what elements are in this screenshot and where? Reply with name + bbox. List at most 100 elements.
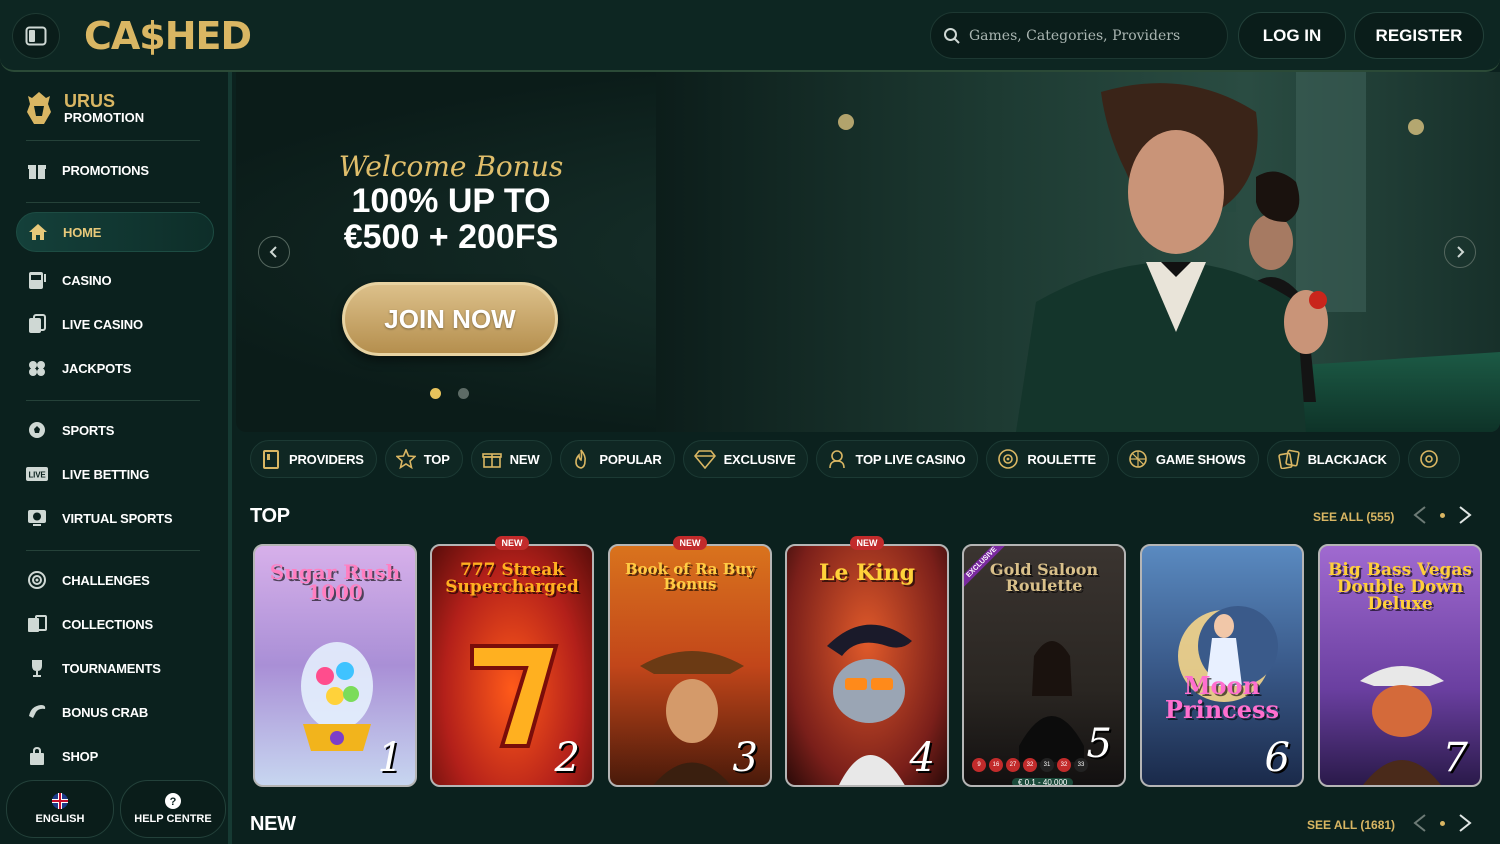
game-card-gold-saloon-roulette[interactable]: EXCLUSIVE Gold Saloon Roulette 9 16 27 3… [962, 544, 1126, 787]
tab-blackjack[interactable]: BLACKJACK [1266, 440, 1400, 478]
result-number: 32 [1023, 758, 1037, 772]
game-card-le-king[interactable]: Le King 4 [785, 544, 949, 787]
gift-icon [26, 159, 48, 181]
register-button[interactable]: REGISTER [1354, 12, 1484, 59]
soccer-ball-icon [26, 419, 48, 441]
top-pager [1410, 504, 1475, 526]
cashed-logo[interactable]: CA$HED [84, 8, 252, 64]
see-all-top-link[interactable]: SEE ALL (555) [1313, 510, 1394, 524]
tab-label: EXCLUSIVE [723, 451, 796, 467]
sidebar-item-live-betting[interactable]: LIVE LIVE BETTING [16, 454, 214, 494]
chevron-left-icon[interactable] [1410, 504, 1432, 526]
game-title: Book of Ra Buy Bonus [624, 560, 756, 593]
sidebar-item-shop[interactable]: SHOP [16, 736, 214, 776]
tab-label: ROULETTE [1027, 451, 1096, 467]
carousel-dot-1[interactable] [430, 388, 441, 399]
result-number: 16 [989, 758, 1003, 772]
pager-dot [1440, 820, 1445, 826]
hero-background-image [656, 72, 1500, 432]
target-icon [26, 569, 48, 591]
hero-next-button[interactable] [1444, 236, 1476, 268]
tab-top-live-casino[interactable]: TOP LIVE CASINO [816, 440, 979, 478]
see-all-new-link[interactable]: SEE ALL (1681) [1307, 818, 1395, 832]
section-title-new: NEW [250, 813, 296, 835]
game-title: Big Bass Vegas Double Down Deluxe [1328, 560, 1472, 614]
tab-providers[interactable]: PROVIDERS [250, 440, 377, 478]
flame-icon [575, 449, 587, 469]
game-title: Gold Saloon Roulette [989, 560, 1099, 595]
sidebar-item-jackpots[interactable]: JACKPOTS [16, 348, 214, 388]
hero-prev-button[interactable] [258, 236, 290, 268]
trophy-icon [26, 657, 48, 679]
chevron-left-icon [269, 246, 277, 258]
login-button[interactable]: LOG IN [1238, 12, 1346, 59]
cards-icon [1277, 449, 1300, 469]
game-card-big-bass-vegas[interactable]: Big Bass Vegas Double Down Deluxe 7 [1318, 544, 1482, 787]
virtual-sports-icon [26, 507, 48, 529]
tab-label: GAME SHOWS [1155, 451, 1246, 467]
divider [26, 550, 200, 551]
book-icon [263, 450, 279, 469]
tab-more[interactable] [1407, 440, 1460, 478]
game-title: Le King [819, 560, 915, 586]
help-centre-button[interactable]: ? HELP CENTRE [120, 780, 226, 838]
chevron-right-icon[interactable] [1453, 504, 1475, 526]
tab-game-shows[interactable]: GAME SHOWS [1116, 440, 1259, 478]
game-card-777-streak[interactable]: 777 Streak Supercharged 2 [430, 544, 594, 787]
chevron-right-icon [1457, 246, 1465, 258]
sidebar-item-bonus-crab[interactable]: BONUS CRAB [16, 692, 214, 732]
sidebar-item-home[interactable]: HOME [16, 212, 214, 252]
sidebar-toggle-icon [25, 26, 47, 46]
language-button[interactable]: ENGLISH [6, 780, 114, 838]
home-icon [27, 221, 49, 243]
tab-label: TOP [423, 451, 450, 467]
sidebar-item-sports[interactable]: SPORTS [16, 410, 214, 450]
tab-exclusive[interactable]: EXCLUSIVE [682, 440, 809, 478]
urus-promotion-banner[interactable]: URUS PROMOTION [24, 90, 144, 126]
live-cards-icon [26, 313, 48, 335]
sidebar-toggle-button[interactable] [12, 13, 60, 59]
game-rank: 6 [1264, 735, 1290, 781]
bonus-line-1: 100% UP TO [351, 182, 551, 220]
sidebar-item-live-casino[interactable]: LIVE CASINO [16, 304, 214, 344]
sidebar-item-tournaments[interactable]: TOURNAMENTS [16, 648, 214, 688]
sidebar-item-label: TOURNAMENTS [62, 660, 161, 676]
game-card-book-of-ra[interactable]: Book of Ra Buy Bonus 3 [608, 544, 772, 787]
help-label: HELP CENTRE [134, 813, 212, 825]
welcome-bonus-heading: Welcome Bonus [338, 150, 564, 183]
tab-new[interactable]: NEW [470, 440, 553, 478]
chevron-right-icon[interactable] [1453, 812, 1475, 834]
join-now-button[interactable]: JOIN NOW [342, 282, 558, 356]
tab-label: NEW [509, 451, 540, 467]
top-header: CA$HED LOG IN REGISTER [0, 0, 1500, 72]
hero-banner[interactable]: Welcome Bonus 100% UP TO €500 + 200FS JO… [236, 72, 1500, 432]
new-badge: NEW [850, 536, 884, 550]
tab-top[interactable]: TOP [384, 440, 463, 478]
game-rank: 1 [377, 735, 403, 781]
search-input[interactable] [969, 27, 1209, 44]
sidebar-item-challenges[interactable]: CHALLENGES [16, 560, 214, 600]
game-rank: 7 [1442, 735, 1468, 781]
tab-popular[interactable]: POPULAR [560, 440, 675, 478]
section-title-top: TOP [250, 505, 290, 527]
result-number: 27 [1006, 758, 1020, 772]
game-card-sugar-rush-1000[interactable]: Sugar Rush 1000 1 [253, 544, 417, 787]
sidebar-item-label: JACKPOTS [62, 360, 132, 376]
star-icon [395, 449, 416, 469]
search-bar[interactable] [930, 12, 1228, 59]
sidebar-item-casino[interactable]: CASINO [16, 260, 214, 300]
sidebar-item-collections[interactable]: COLLECTIONS [16, 604, 214, 644]
sidebar-item-promotions[interactable]: PROMOTIONS [16, 150, 214, 190]
promo-subtitle: PROMOTION [64, 109, 145, 125]
game-rank: 3 [732, 735, 758, 781]
tab-roulette[interactable]: ROULETTE [986, 440, 1109, 478]
svg-text:?: ? [170, 796, 177, 808]
sidebar-item-label: SHOP [62, 748, 99, 764]
sidebar-item-virtual-sports[interactable]: VIRTUAL SPORTS [16, 498, 214, 538]
carousel-dot-2[interactable] [458, 388, 469, 399]
sidebar-item-label: LIVE BETTING [62, 466, 150, 482]
chevron-left-icon[interactable] [1410, 812, 1432, 834]
game-card-moon-princess[interactable]: Moon Princess 6 [1140, 544, 1304, 787]
collection-icon [26, 613, 48, 635]
sidebar-item-label: BONUS CRAB [62, 704, 149, 720]
